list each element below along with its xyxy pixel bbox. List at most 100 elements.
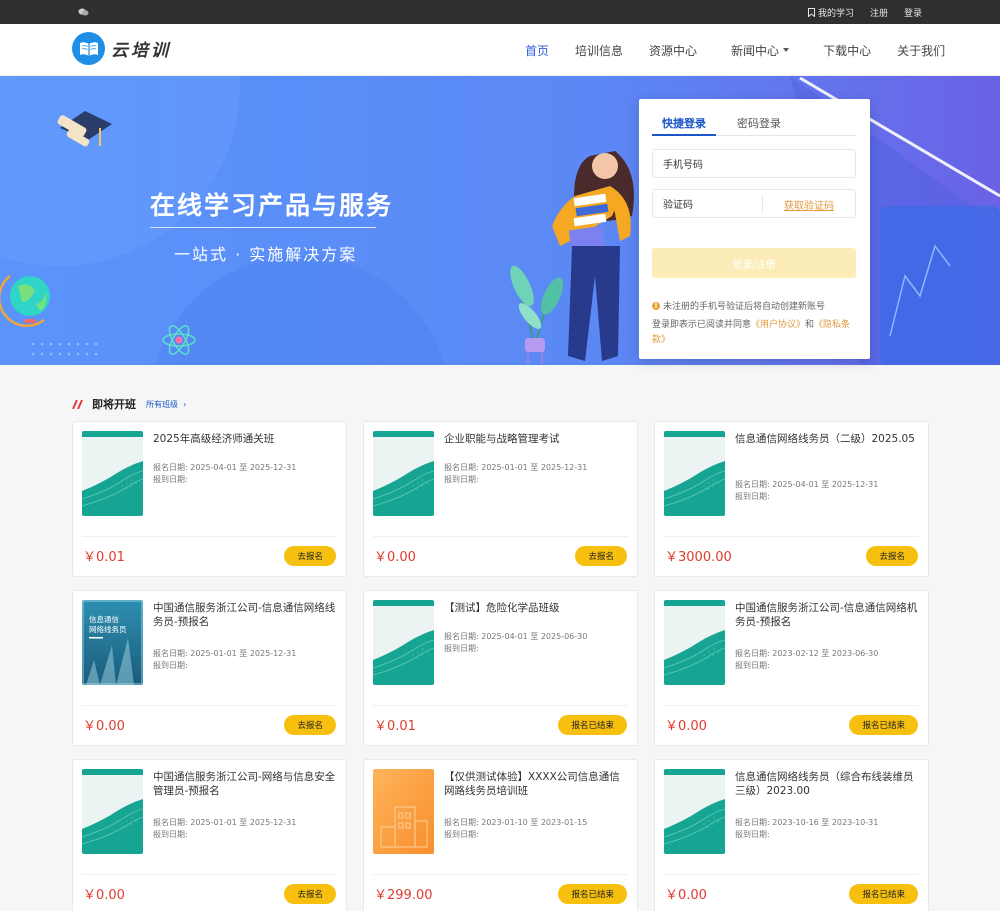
course-title[interactable]: 中国通信服务浙江公司-信息通信网络机务员-预报名	[735, 601, 918, 629]
course-title[interactable]: 2025年高级经济师通关班	[153, 432, 336, 446]
nav-home[interactable]: 首页	[525, 42, 549, 59]
register-button[interactable]: 去报名	[284, 546, 336, 566]
card-divider	[82, 536, 337, 537]
course-dates: 报名日期: 2023-10-16 至 2023-10-31 报到日期:	[735, 817, 878, 841]
register-button[interactable]: 去报名	[284, 715, 336, 735]
code-placeholder: 验证码	[663, 200, 693, 211]
registration-date: 报名日期: 2025-04-01 至 2025-06-30	[444, 632, 588, 641]
course-card[interactable]: 2025年高级经济师通关班报名日期: 2025-04-01 至 2025-12-…	[72, 421, 347, 577]
registration-date: 报名日期: 2023-01-10 至 2023-01-15	[444, 818, 588, 827]
user-agreement-link[interactable]: 《用户协议》	[751, 320, 805, 330]
course-card[interactable]: 企业职能与战略管理考试报名日期: 2025-01-01 至 2025-12-31…	[363, 421, 638, 577]
course-thumbnail[interactable]	[82, 769, 143, 854]
course-card[interactable]: 信息通信网络线务员（二级）2025.05 报名日期: 2025-04-01 至 2…	[654, 421, 929, 577]
course-card[interactable]: 中国通信服务浙江公司-信息通信网络机务员-预报名报名日期: 2023-02-12…	[654, 590, 929, 746]
course-price: ￥3000.00	[665, 550, 732, 565]
report-date: 报到日期:	[444, 644, 479, 653]
get-code-button[interactable]: 获取验证码	[762, 195, 855, 214]
site-header: 云培训 首页 培训信息 资源中心 新闻中心 下载中心 关于我们	[0, 24, 1000, 76]
course-thumbnail[interactable]	[664, 431, 725, 516]
nav-training-info[interactable]: 培训信息	[575, 42, 623, 59]
logo[interactable]: 云培训	[72, 32, 171, 65]
course-card[interactable]: 【测试】危险化学品班级报名日期: 2025-04-01 至 2025-06-30…	[363, 590, 638, 746]
register-link[interactable]: 注册	[870, 6, 888, 19]
course-thumbnail[interactable]	[373, 431, 434, 516]
registration-date: 报名日期: 2025-01-01 至 2025-12-31	[153, 818, 297, 827]
report-date: 报到日期:	[444, 830, 479, 839]
course-dates: 报名日期: 2025-01-01 至 2025-12-31 报到日期:	[444, 462, 587, 486]
course-dates: 报名日期: 2025-04-01 至 2025-12-31 报到日期:	[735, 479, 878, 503]
course-price: ￥0.00	[665, 888, 707, 903]
banner-title: 在线学习产品与服务	[150, 191, 394, 220]
report-date: 报到日期:	[735, 661, 770, 670]
course-card[interactable]: 信息通信 网络线务员 中国通信服务浙江公司-信息通信网络线务员-预报名报名日期: 2…	[72, 590, 347, 746]
auto-register-notice: ! 未注册的手机号验证后将自动创建新账号	[652, 299, 825, 312]
slash-icon	[72, 399, 83, 409]
registration-date: 报名日期: 2023-10-16 至 2023-10-31	[735, 818, 879, 827]
main-nav: 首页 培训信息 资源中心 新闻中心 下载中心 关于我们	[514, 24, 945, 76]
registration-date: 报名日期: 2025-04-01 至 2025-12-31	[153, 463, 297, 472]
course-title[interactable]: 【测试】危险化学品班级	[444, 601, 627, 615]
course-title[interactable]: 企业职能与战略管理考试	[444, 432, 627, 446]
card-divider	[82, 705, 337, 706]
register-button[interactable]: 去报名	[866, 546, 918, 566]
top-bar: 我的学习 注册 登录	[0, 0, 1000, 24]
registration-closed-button[interactable]: 报名已结束	[849, 884, 918, 904]
registration-closed-button[interactable]: 报名已结束	[558, 715, 627, 735]
tab-quick-login[interactable]: 快捷登录	[652, 116, 716, 136]
verification-code-input[interactable]: 验证码 获取验证码	[652, 189, 856, 218]
course-title[interactable]: 信息通信网络线务员（综合布线装维员三级）2023.00	[735, 770, 918, 798]
course-dates: 报名日期: 2025-01-01 至 2025-12-31 报到日期:	[153, 648, 296, 672]
all-classes-link[interactable]: 所有班级 ›	[146, 399, 186, 410]
nav-download-center[interactable]: 下载中心	[823, 42, 871, 59]
course-title[interactable]: 中国通信服务浙江公司-网络与信息安全管理员-预报名	[153, 770, 336, 798]
tab-password-login[interactable]: 密码登录	[737, 116, 791, 136]
course-dates: 报名日期: 2023-01-10 至 2023-01-15 报到日期:	[444, 817, 587, 841]
agree-and: 和	[805, 320, 815, 330]
agreement-text: 登录即表示已阅读并同意《用户协议》和《隐私条款》	[652, 318, 858, 348]
register-button[interactable]: 去报名	[284, 884, 336, 904]
course-thumbnail[interactable]	[664, 769, 725, 854]
card-divider	[664, 705, 919, 706]
nav-about-us[interactable]: 关于我们	[897, 42, 945, 59]
all-classes-label: 所有班级	[146, 399, 178, 409]
report-date: 报到日期:	[153, 830, 188, 839]
registration-closed-button[interactable]: 报名已结束	[558, 884, 627, 904]
registration-closed-button[interactable]: 报名已结束	[849, 715, 918, 735]
section-heading: 即将开班 所有班级 ›	[72, 396, 186, 412]
card-divider	[373, 705, 628, 706]
course-thumbnail[interactable]	[82, 431, 143, 516]
my-learning-link[interactable]: 我的学习	[807, 6, 854, 19]
report-date: 报到日期:	[153, 475, 188, 484]
course-dates: 报名日期: 2025-04-01 至 2025-12-31 报到日期:	[153, 462, 296, 486]
banner-subtitle: 一站式 · 实施解决方案	[174, 245, 358, 264]
course-title[interactable]: 【仅供测试体验】XXXX公司信息通信网路线务员培训班	[444, 770, 627, 798]
registration-date: 报名日期: 2025-01-01 至 2025-12-31	[444, 463, 588, 472]
thumb-caption-2: 网络线务员	[89, 624, 127, 634]
nav-news-center[interactable]: 新闻中心	[731, 42, 790, 59]
course-dates: 报名日期: 2023-02-12 至 2023-06-30 报到日期:	[735, 648, 878, 672]
course-card[interactable]: 中国通信服务浙江公司-网络与信息安全管理员-预报名报名日期: 2025-01-0…	[72, 759, 347, 911]
course-thumbnail[interactable]	[664, 600, 725, 685]
card-divider	[373, 874, 628, 875]
wechat-icon[interactable]	[78, 8, 89, 16]
login-link[interactable]: 登录	[904, 6, 922, 19]
registration-date: 报名日期: 2023-02-12 至 2023-06-30	[735, 649, 879, 658]
my-learning-label: 我的学习	[817, 8, 854, 19]
course-price: ￥0.01	[374, 719, 416, 734]
nav-resource-center[interactable]: 资源中心	[649, 42, 697, 59]
course-thumbnail[interactable]: 信息通信 网络线务员	[82, 600, 143, 685]
course-card[interactable]: 信息通信网络线务员（综合布线装维员三级）2023.00 报名日期: 2023-10…	[654, 759, 929, 911]
book-logo-icon	[72, 32, 105, 65]
course-card[interactable]: 【仅供测试体验】XXXX公司信息通信网路线务员培训班报名日期: 2023-01-…	[363, 759, 638, 911]
phone-input[interactable]: 手机号码	[652, 149, 856, 178]
course-title[interactable]: 中国通信服务浙江公司-信息通信网络线务员-预报名	[153, 601, 336, 629]
card-divider	[82, 874, 337, 875]
course-thumbnail[interactable]	[373, 600, 434, 685]
login-tabs: 快捷登录 密码登录	[652, 116, 857, 136]
course-title[interactable]: 信息通信网络线务员（二级）2025.05	[735, 432, 918, 446]
login-register-button[interactable]: 登录/注册	[652, 248, 856, 278]
report-date: 报到日期:	[735, 830, 770, 839]
course-thumbnail[interactable]	[373, 769, 434, 854]
register-button[interactable]: 去报名	[575, 546, 627, 566]
